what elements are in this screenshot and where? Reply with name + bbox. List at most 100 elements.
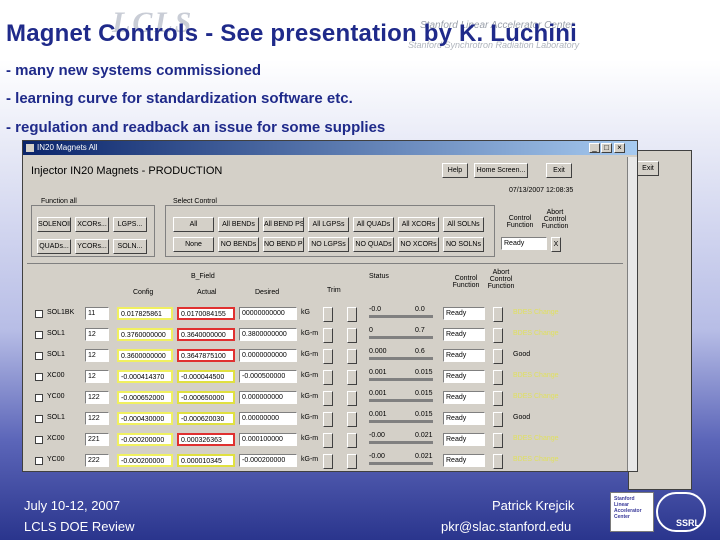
trim-button[interactable] [323,433,333,448]
help-button[interactable]: Help [442,163,468,178]
select-all-button[interactable]: All XCORs [398,217,439,232]
global-abort-button[interactable]: X [551,237,561,252]
abort-button[interactable] [493,328,503,343]
left-group-button[interactable]: LGPS... [113,217,147,232]
left-group-button[interactable]: YCORs... [75,239,109,254]
control-function-select[interactable]: Ready [443,433,485,446]
row-checkbox[interactable] [35,436,43,444]
status-slider[interactable] [369,420,433,423]
tab-function-all[interactable]: Function all [41,198,77,205]
trim-enable-button[interactable] [347,370,357,385]
left-group-button[interactable]: SOLENOIDs [37,217,71,232]
desired-value[interactable]: 0.3800000000 [239,328,297,341]
desired-value[interactable]: -0.000500000 [239,370,297,383]
select-all-button[interactable]: All SOLNs [443,217,484,232]
global-control-function-select[interactable]: Ready [501,237,547,250]
trim-button[interactable] [323,454,333,469]
desired-value[interactable]: 00000000000 [239,307,297,320]
control-function-select[interactable]: Ready [443,307,485,320]
status-slider[interactable] [369,315,433,318]
trim-enable-button[interactable] [347,307,357,322]
trim-button[interactable] [323,370,333,385]
abort-button[interactable] [493,370,503,385]
control-function-select[interactable]: Ready [443,391,485,404]
header-status: Status [369,273,389,280]
unit-label: kG-m [301,393,319,400]
abort-button[interactable] [493,349,503,364]
trim-button[interactable] [323,391,333,406]
select-all-button[interactable]: All QUADs [353,217,394,232]
slide-title: Magnet Controls - See presentation by K.… [6,20,577,47]
magnet-app-window: IN20 Magnets All _ □ × Injector IN20 Mag… [22,140,638,472]
select-none-button[interactable]: NO XCORs [398,237,439,252]
trim-enable-button[interactable] [347,433,357,448]
row-checkbox[interactable] [35,373,43,381]
control-function-select[interactable]: Ready [443,349,485,362]
status-slider[interactable] [369,462,433,465]
desired-value[interactable]: 0.00000000 [239,412,297,425]
actual-value: 0.000010345 [177,454,235,467]
trim-enable-button[interactable] [347,412,357,427]
trim-enable-button[interactable] [347,454,357,469]
select-none-button[interactable]: NO QUADs [353,237,394,252]
status-slider[interactable] [369,357,433,360]
status-slider[interactable] [369,378,433,381]
config-value: -0.000652000 [117,391,173,404]
home-screen-button[interactable]: Home Screen... [474,163,528,178]
abort-button[interactable] [493,307,503,322]
close-icon[interactable]: × [614,143,625,153]
desired-value[interactable]: 0.000000000 [239,391,297,404]
trim-enable-button[interactable] [347,349,357,364]
bg-exit-button[interactable]: Exit [637,161,659,176]
status-text: BDES Change [513,393,559,400]
control-function-select[interactable]: Ready [443,370,485,383]
desired-value[interactable]: 0.0000000000 [239,349,297,362]
select-none-button[interactable]: NO LGPSs [308,237,349,252]
row-checkbox[interactable] [35,457,43,465]
select-all-button[interactable]: All BEND PSs [263,217,304,232]
row-checkbox[interactable] [35,394,43,402]
trim-enable-button[interactable] [347,328,357,343]
trim-button[interactable] [323,307,333,322]
control-function-select[interactable]: Ready [443,412,485,425]
select-none-button[interactable]: None [173,237,214,252]
actual-value: -0.000044500 [177,370,235,383]
select-none-button[interactable]: NO BEND PSs [263,237,304,252]
status-slider[interactable] [369,336,433,339]
status-slider[interactable] [369,399,433,402]
left-group-button[interactable]: QUADs... [37,239,71,254]
control-function-select[interactable]: Ready [443,328,485,341]
unit-label: kG-m [301,456,319,463]
abort-button[interactable] [493,391,503,406]
minimize-icon[interactable]: _ [589,143,600,153]
trim-button[interactable] [323,349,333,364]
footer-event: LCLS DOE Review [24,519,135,534]
magnet-number: 12 [85,370,109,383]
row-checkbox[interactable] [35,331,43,339]
abort-button[interactable] [493,412,503,427]
select-all-button[interactable]: All [173,217,214,232]
row-checkbox[interactable] [35,310,43,318]
config-value: -0.000200000 [117,433,173,446]
trim-enable-button[interactable] [347,391,357,406]
left-group-button[interactable]: SOLN... [113,239,147,254]
vertical-scrollbar[interactable] [627,157,637,471]
maximize-icon[interactable]: □ [601,143,612,153]
desired-value[interactable]: -0.000200000 [239,454,297,467]
row-checkbox[interactable] [35,352,43,360]
abort-button[interactable] [493,454,503,469]
abort-button[interactable] [493,433,503,448]
status-slider[interactable] [369,441,433,444]
row-checkbox[interactable] [35,415,43,423]
exit-button[interactable]: Exit [546,163,572,178]
select-none-button[interactable]: NO BENDs [218,237,259,252]
trim-button[interactable] [323,328,333,343]
trim-button[interactable] [323,412,333,427]
control-function-select[interactable]: Ready [443,454,485,467]
tab-select-control[interactable]: Select Control [173,198,217,205]
select-none-button[interactable]: NO SOLNs [443,237,484,252]
desired-value[interactable]: 0.000100000 [239,433,297,446]
select-all-button[interactable]: All BENDs [218,217,259,232]
select-all-button[interactable]: All LGPSs [308,217,349,232]
left-group-button[interactable]: XCORs... [75,217,109,232]
